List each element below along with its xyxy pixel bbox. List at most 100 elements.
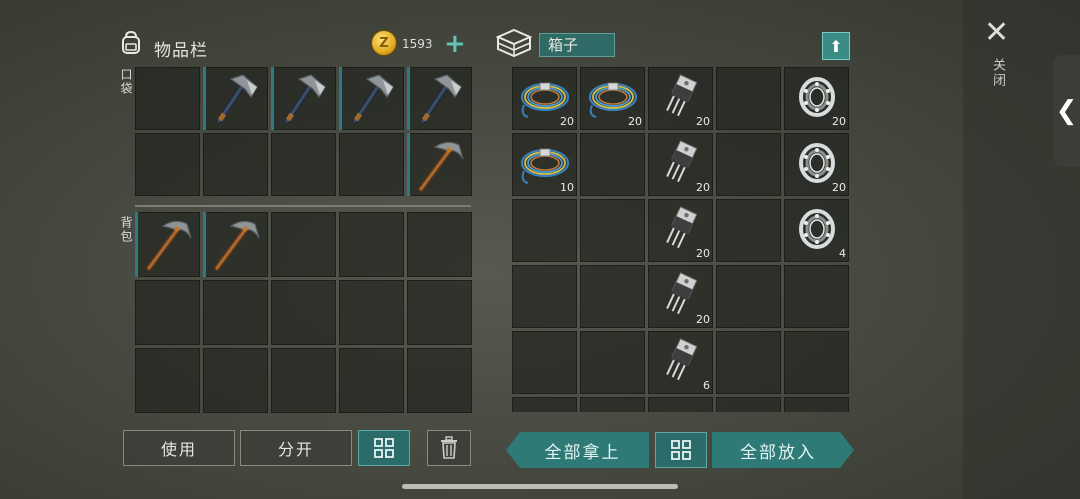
container-slot[interactable] [580,397,645,412]
item-quantity: 20 [560,115,574,128]
container-slot[interactable]: 6 [648,331,713,394]
container-slot[interactable] [580,331,645,394]
backpack-slot[interactable] [135,348,200,413]
add-currency-button[interactable]: + [444,31,466,57]
backpack-slot[interactable] [271,280,336,345]
item-quantity: 20 [832,115,846,128]
coin-icon: Z [372,31,396,55]
put-all-button[interactable]: 全部放入 [712,432,854,468]
container-slot[interactable] [512,265,577,328]
split-button-label: 分开 [277,440,314,459]
item-quantity: 20 [832,181,846,194]
item-quantity: 4 [839,247,846,260]
backpack-slot[interactable] [407,212,472,277]
pocket-slot[interactable] [135,67,200,130]
container-slot[interactable] [716,67,781,130]
pocket-slot[interactable] [135,133,200,196]
item-quantity: 10 [560,181,574,194]
container-slot[interactable]: 20 [648,133,713,196]
container-slot[interactable]: 4 [784,199,849,262]
container-slot[interactable]: 20 [580,67,645,130]
container-slot[interactable]: 20 [784,133,849,196]
container-slot[interactable]: 10 [512,133,577,196]
container-slot[interactable] [784,331,849,394]
pocket-grid [135,67,472,196]
container-slot[interactable]: 20 [512,67,577,130]
inventory-title: 物品栏 [154,41,208,61]
item-quantity: 20 [696,115,710,128]
put-all-label: 全部放入 [740,442,816,463]
backpack-slot[interactable] [407,348,472,413]
trash-icon [441,436,457,459]
pocket-slot[interactable] [339,67,404,130]
container-slot[interactable] [512,397,577,412]
container-slot[interactable] [512,199,577,262]
backpack-slot[interactable] [271,348,336,413]
container-slot[interactable]: 20 [648,67,713,130]
currency-amount: 1593 [402,37,433,51]
container-slot[interactable]: 20 [784,67,849,130]
backpack-slot[interactable] [407,280,472,345]
backpack-slot[interactable] [339,348,404,413]
use-button-label: 使用 [160,440,197,459]
sort-inventory-button[interactable] [358,430,410,466]
take-all-label: 全部拿上 [544,442,621,463]
backpack-slot[interactable] [135,280,200,345]
pocket-label: 口袋 [119,68,133,96]
pocket-slot[interactable] [203,133,268,196]
item-quantity: 6 [703,379,710,392]
container-grid-viewport[interactable]: 20 20 20 20 10 20 20 20 4 20 6 [512,67,849,412]
item-quantity: 20 [696,181,710,194]
item-quantity: 20 [696,313,710,326]
container-slot[interactable] [784,265,849,328]
use-button[interactable]: 使用 [123,430,235,466]
item-quantity: 20 [696,247,710,260]
close-label[interactable]: 关闭 [988,58,1007,88]
container-slot[interactable]: 20 [648,265,713,328]
container-slot[interactable] [580,265,645,328]
container-slot[interactable] [512,331,577,394]
pocket-slot[interactable] [407,67,472,130]
container-slot[interactable] [716,331,781,394]
collapse-tab-handle[interactable]: ❮ [1053,55,1080,167]
pocket-slot[interactable] [407,133,472,196]
grid-sort-icon [374,438,394,458]
container-slot[interactable] [716,133,781,196]
take-all-button[interactable]: 全部拿上 [506,432,649,468]
split-button[interactable]: 分开 [240,430,352,466]
grid-sort-icon [671,440,691,460]
sort-container-button[interactable] [655,432,707,468]
container-slot[interactable]: 20 [648,199,713,262]
container-slot[interactable] [716,199,781,262]
backpack-slot[interactable] [203,212,268,277]
backpack-slot[interactable] [135,212,200,277]
coin-glyph: Z [379,35,389,51]
chevron-left-icon: ❮ [1055,96,1078,126]
container-slot[interactable] [784,397,849,412]
backpack-slot[interactable] [271,212,336,277]
container-slot[interactable] [580,133,645,196]
backpack-slot[interactable] [339,212,404,277]
discard-button[interactable] [427,430,471,466]
close-icon[interactable]: ✕ [984,18,1009,48]
container-name: 箱子 [539,33,615,57]
container-slot[interactable] [716,265,781,328]
container-slot[interactable] [648,397,713,412]
upload-button[interactable]: ⬆ [822,32,850,60]
home-indicator [402,484,678,489]
container-slot[interactable] [716,397,781,412]
container-grid: 20 20 20 20 10 20 20 20 4 20 6 [512,67,849,412]
pocket-slot[interactable] [339,133,404,196]
pocket-slot[interactable] [203,67,268,130]
item-quantity: 20 [628,115,642,128]
upload-arrow-icon: ⬆ [829,36,843,56]
backpack-label: 背包 [119,216,133,244]
backpack-slot[interactable] [203,348,268,413]
pocket-slot[interactable] [271,67,336,130]
box-icon [495,28,533,58]
container-slot[interactable] [580,199,645,262]
backpack-slot[interactable] [203,280,268,345]
pocket-slot[interactable] [271,133,336,196]
backpack-slot[interactable] [339,280,404,345]
backpack-grid [135,212,472,413]
